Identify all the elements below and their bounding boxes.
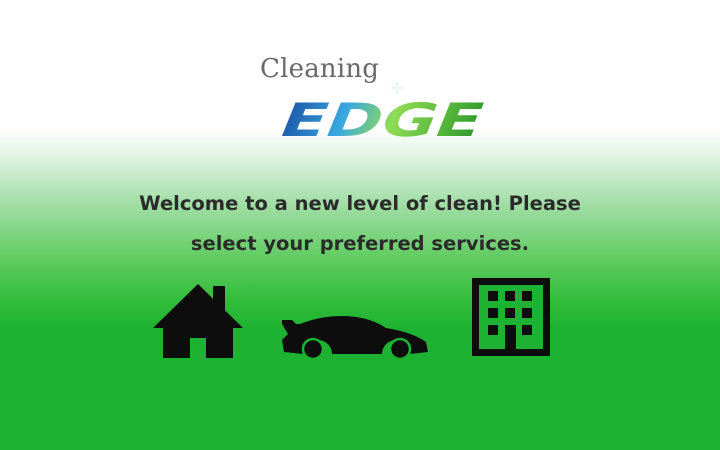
brand-logo: Cleaning EDGE (258, 56, 498, 146)
car-service-button[interactable] (280, 310, 430, 360)
welcome-line-2: select your preferred services. (190, 232, 530, 255)
office-building-icon (472, 278, 550, 356)
sparkle-icon (390, 80, 404, 96)
house-icon (153, 284, 243, 358)
car-icon (282, 316, 428, 360)
welcome-message: Welcome to a new level of clean! Please … (0, 184, 720, 264)
logo-edge-wordmark: EDGE (271, 80, 493, 146)
office-service-button[interactable] (470, 276, 552, 358)
welcome-line-1: Welcome to a new level of clean! Please (139, 192, 581, 215)
logo-word-edge: EDGE (271, 95, 492, 146)
home-service-button[interactable] (152, 282, 244, 360)
